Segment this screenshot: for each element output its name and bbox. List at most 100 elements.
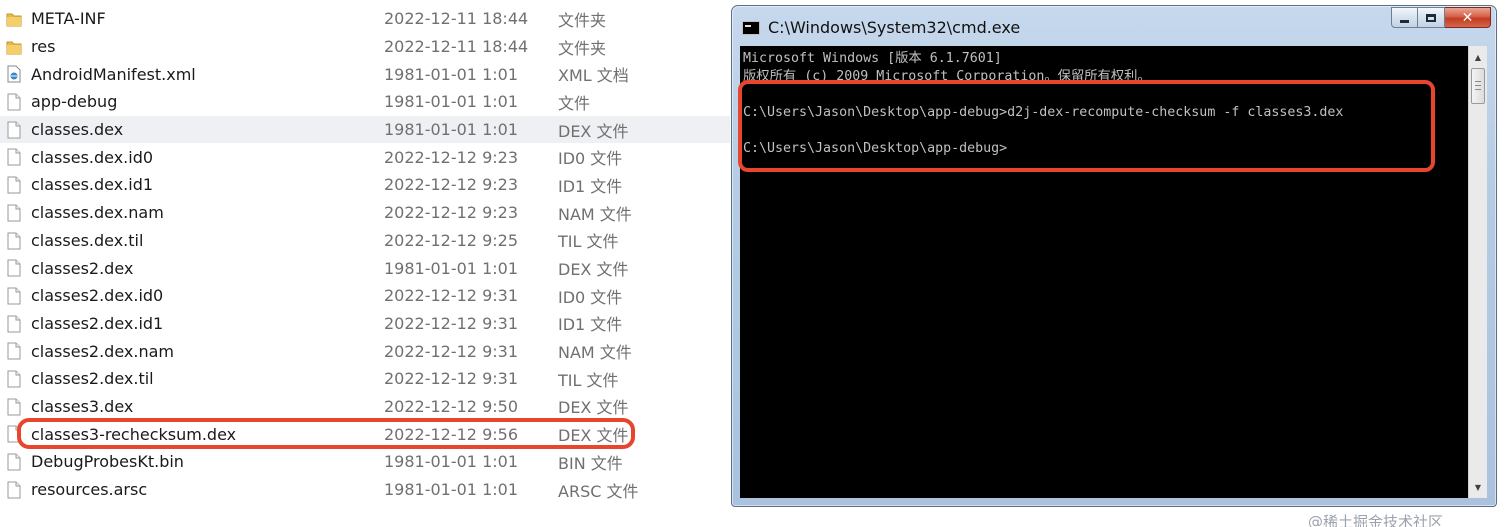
file-row[interactable]: classes2.dex.id1 2022-12-12 9:31 ID1 文件 bbox=[0, 310, 730, 338]
minimize-button[interactable] bbox=[1391, 7, 1418, 28]
file-date-modified: 2022-12-12 9:23 bbox=[384, 147, 518, 167]
window-controls: ✕ bbox=[1391, 7, 1491, 28]
file-row[interactable]: classes.dex.id0 2022-12-12 9:23 ID0 文件 bbox=[0, 143, 730, 171]
file-name: classes.dex.id1 bbox=[31, 175, 154, 195]
file-date-modified: 1981-01-01 1:01 bbox=[384, 452, 518, 472]
console-output[interactable]: Microsoft Windows [版本 6.1.7601] 版权所有 (c) … bbox=[743, 50, 1455, 158]
file-type: ID0 文件 bbox=[558, 149, 623, 169]
console-line: Microsoft Windows [版本 6.1.7601] bbox=[743, 51, 1002, 66]
file-type: NAM 文件 bbox=[558, 204, 632, 224]
file-type: 文件 bbox=[558, 93, 591, 113]
file-date-modified: 2022-12-12 9:31 bbox=[384, 313, 518, 333]
file-name: res bbox=[31, 37, 56, 57]
file-icon bbox=[6, 315, 22, 333]
file-date-modified: 2022-12-12 9:31 bbox=[384, 341, 518, 361]
file-name: app-debug bbox=[31, 92, 118, 112]
file-row[interactable]: classes2.dex.til 2022-12-12 9:31 TIL 文件 bbox=[0, 365, 730, 393]
file-date-modified: 2022-12-12 9:31 bbox=[384, 286, 518, 306]
file-list: META-INF 2022-12-11 18:44 文件夹 res 2022-12-11… bbox=[0, 5, 730, 503]
scrollbar-thumb[interactable] bbox=[1471, 68, 1485, 104]
file-row[interactable]: classes2.dex.nam 2022-12-12 9:31 NAM 文件 bbox=[0, 337, 730, 365]
file-icon bbox=[6, 232, 22, 250]
close-icon: ✕ bbox=[1461, 9, 1474, 26]
file-icon bbox=[6, 93, 22, 111]
file-row[interactable]: DebugProbesKt.bin 1981-01-01 1:01 BIN 文件 bbox=[0, 448, 730, 476]
file-date-modified: 2022-12-11 18:44 bbox=[384, 9, 529, 29]
watermark: @稀土掘金技术社区 bbox=[1308, 513, 1444, 527]
file-type: TIL 文件 bbox=[558, 370, 619, 390]
file-row[interactable]: app-debug 1981-01-01 1:01 文件 bbox=[0, 88, 730, 116]
file-row[interactable]: classes3-rechecksum.dex 2022-12-12 9:56 DE… bbox=[0, 420, 730, 448]
file-name: classes2.dex bbox=[31, 258, 134, 278]
file-icon bbox=[6, 425, 22, 443]
file-name: classes.dex.til bbox=[31, 230, 144, 250]
file-type: NAM 文件 bbox=[558, 343, 632, 363]
file-row[interactable]: classes.dex.id1 2022-12-12 9:23 ID1 文件 bbox=[0, 171, 730, 199]
file-name: classes2.dex.id1 bbox=[31, 313, 164, 333]
folder-icon bbox=[6, 10, 22, 28]
file-icon bbox=[6, 287, 22, 305]
file-name: resources.arsc bbox=[31, 480, 148, 500]
file-date-modified: 1981-01-01 1:01 bbox=[384, 64, 518, 84]
file-row[interactable]: META-INF 2022-12-11 18:44 文件夹 bbox=[0, 5, 730, 33]
file-date-modified: 1981-01-01 1:01 bbox=[384, 258, 518, 278]
file-row[interactable]: classes2.dex 1981-01-01 1:01 DEX 文件 bbox=[0, 254, 730, 282]
file-row[interactable]: classes.dex 1981-01-01 1:01 DEX 文件 bbox=[0, 115, 730, 144]
file-date-modified: 1981-01-01 1:01 bbox=[384, 92, 518, 112]
cmd-window: C:\Windows\System32\cmd.exe ✕ Microsoft … bbox=[731, 5, 1497, 507]
close-button[interactable]: ✕ bbox=[1445, 7, 1491, 28]
file-type: ID1 文件 bbox=[558, 315, 623, 335]
file-icon bbox=[6, 453, 22, 471]
file-date-modified: 2022-12-12 9:23 bbox=[384, 175, 518, 195]
console-line: 版权所有 (c) 2009 Microsoft Corporation。保留所有… bbox=[743, 69, 1151, 84]
file-date-modified: 2022-12-12 9:25 bbox=[384, 230, 518, 250]
file-date-modified: 2022-12-12 9:50 bbox=[384, 396, 518, 416]
file-type: 文件夹 bbox=[558, 38, 607, 58]
scroll-down-icon[interactable]: ▼ bbox=[1469, 478, 1487, 496]
file-icon bbox=[6, 121, 22, 139]
file-row[interactable]: resources.arsc 1981-01-01 1:01 ARSC 文件 bbox=[0, 476, 730, 504]
file-name: classes.dex.nam bbox=[31, 203, 164, 223]
file-icon bbox=[6, 259, 22, 277]
cmd-console[interactable]: Microsoft Windows [版本 6.1.7601] 版权所有 (c) … bbox=[740, 46, 1487, 498]
file-type: DEX 文件 bbox=[558, 398, 629, 418]
file-type: DEX 文件 bbox=[558, 260, 629, 280]
file-type: ARSC 文件 bbox=[558, 481, 639, 501]
file-row[interactable]: classes2.dex.id0 2022-12-12 9:31 ID0 文件 bbox=[0, 282, 730, 310]
file-type: BIN 文件 bbox=[558, 453, 623, 473]
file-icon bbox=[6, 342, 22, 360]
file-row[interactable]: res 2022-12-11 18:44 文件夹 bbox=[0, 33, 730, 61]
maximize-button[interactable] bbox=[1418, 7, 1445, 28]
file-icon bbox=[6, 176, 22, 194]
file-icon bbox=[6, 204, 22, 222]
file-name: classes3-rechecksum.dex bbox=[31, 424, 237, 444]
cmd-app-icon[interactable] bbox=[742, 21, 760, 35]
scroll-up-icon[interactable]: ▲ bbox=[1469, 48, 1487, 66]
file-row[interactable]: classes3.dex 2022-12-12 9:50 DEX 文件 bbox=[0, 393, 730, 421]
file-row[interactable]: AndroidManifest.xml 1981-01-01 1:01 XML 文档 bbox=[0, 60, 730, 88]
vertical-scrollbar[interactable]: ▲ ▼ bbox=[1468, 46, 1487, 498]
file-name: classes.dex bbox=[31, 120, 124, 140]
file-type: ID1 文件 bbox=[558, 176, 623, 196]
file-icon bbox=[6, 148, 22, 166]
file-type: ID0 文件 bbox=[558, 287, 623, 307]
xml-file-icon bbox=[6, 65, 22, 83]
screenshot-stage: META-INF 2022-12-11 18:44 文件夹 res 2022-12-11… bbox=[0, 0, 1512, 527]
file-date-modified: 2022-12-12 9:23 bbox=[384, 203, 518, 223]
minimize-icon bbox=[1400, 20, 1409, 23]
file-name: classes3.dex bbox=[31, 396, 134, 416]
cmd-titlebar[interactable]: C:\Windows\System32\cmd.exe ✕ bbox=[732, 6, 1496, 46]
file-icon bbox=[6, 370, 22, 388]
file-row[interactable]: classes.dex.nam 2022-12-12 9:23 NAM 文件 bbox=[0, 199, 730, 227]
file-type: DEX 文件 bbox=[558, 426, 629, 446]
file-type: TIL 文件 bbox=[558, 232, 619, 252]
file-type: DEX 文件 bbox=[558, 121, 629, 141]
file-name: classes.dex.id0 bbox=[31, 147, 154, 167]
maximize-icon bbox=[1426, 13, 1436, 22]
file-row[interactable]: classes.dex.til 2022-12-12 9:25 TIL 文件 bbox=[0, 227, 730, 255]
file-type: 文件夹 bbox=[558, 10, 607, 30]
file-type: XML 文档 bbox=[558, 66, 629, 86]
file-icon bbox=[6, 398, 22, 416]
